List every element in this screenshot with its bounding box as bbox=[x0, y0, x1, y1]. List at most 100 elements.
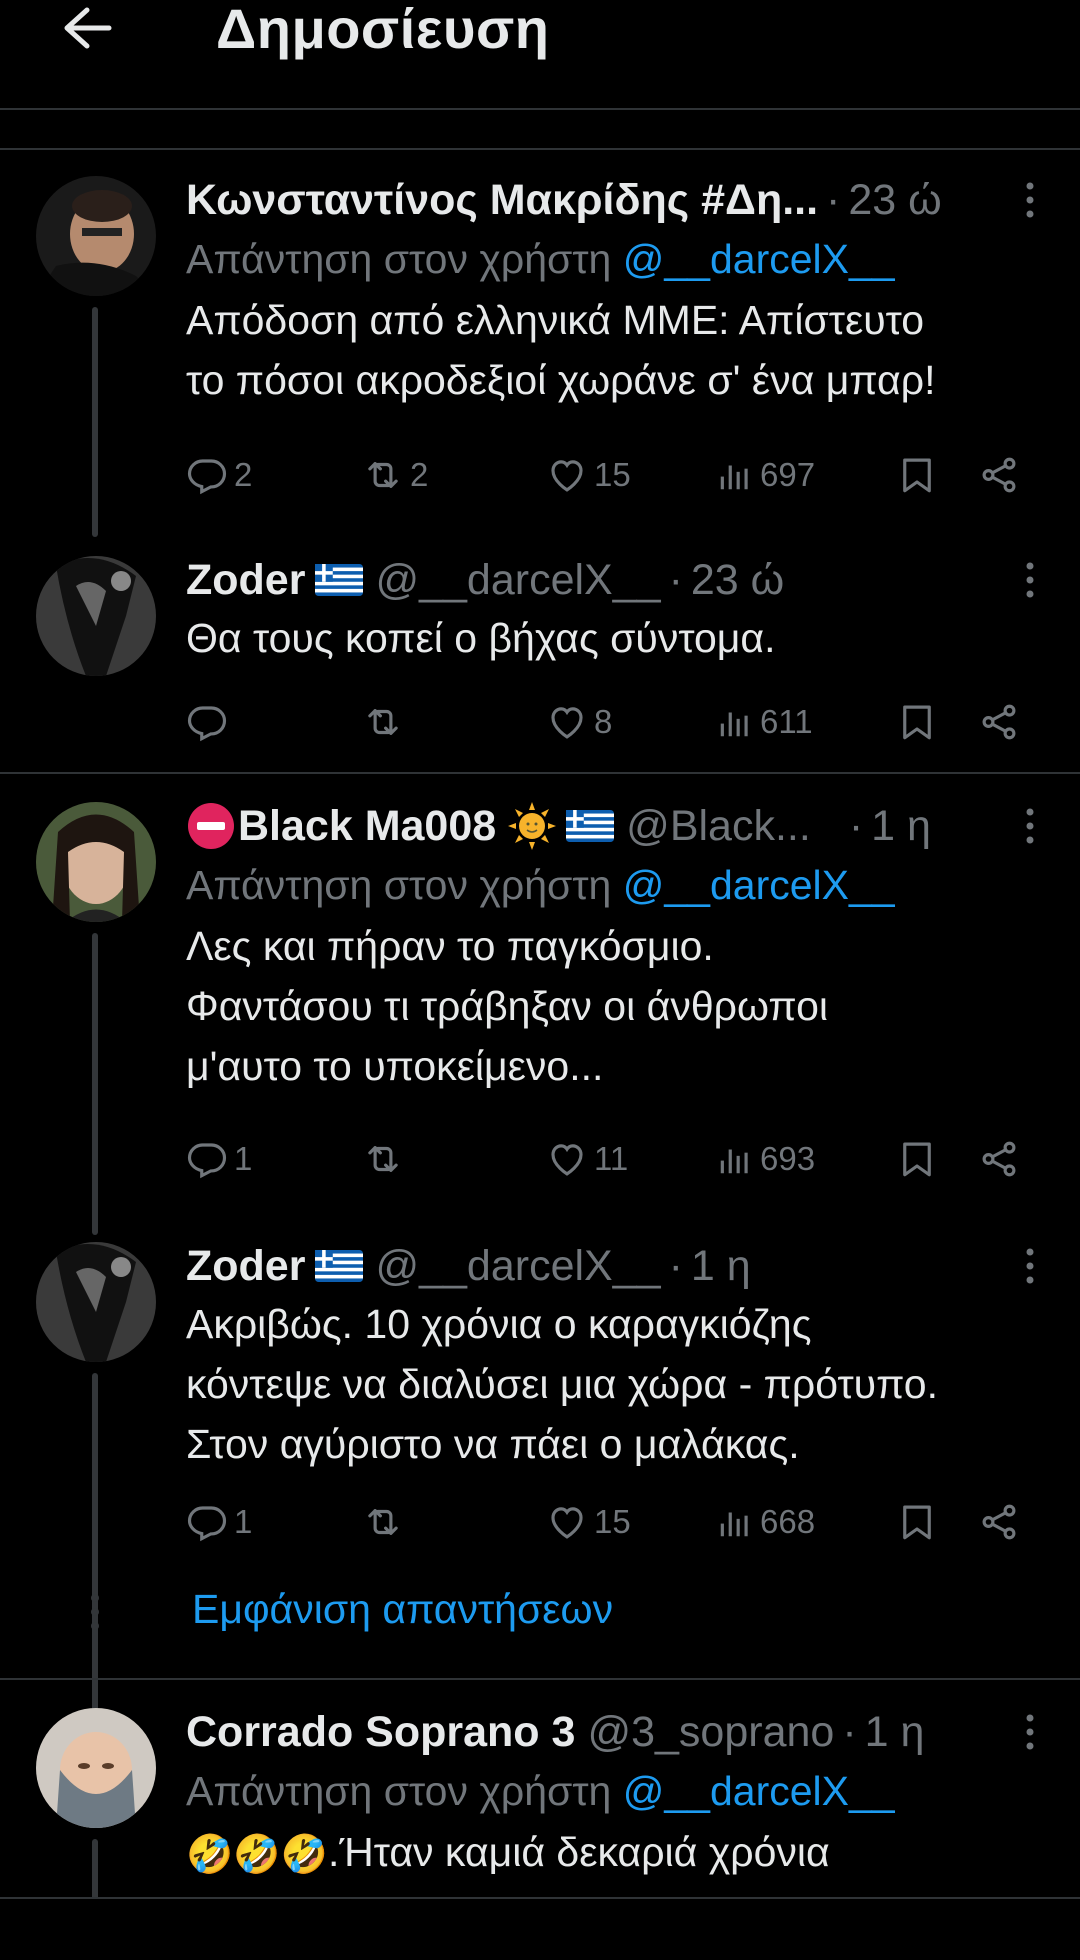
view-count: 693 bbox=[760, 1140, 816, 1177]
user-handle[interactable]: @3_soprano bbox=[587, 1708, 834, 1757]
more-vertical-icon bbox=[1025, 1712, 1035, 1752]
user-handle[interactable]: @__darcelX__ bbox=[375, 1242, 660, 1291]
reply-composer-bar[interactable] bbox=[0, 1897, 1080, 1960]
reply-icon bbox=[186, 1501, 228, 1543]
bookmark-button[interactable] bbox=[896, 1129, 938, 1189]
user-handle[interactable]: @__darcelX__ bbox=[375, 556, 660, 605]
like-icon bbox=[546, 701, 588, 743]
action-bar: 1 11 693 bbox=[186, 1129, 1036, 1189]
display-name[interactable]: Κωνσταντίνος Μακρίδης #Δη... bbox=[186, 176, 818, 225]
views-button[interactable]: 611 bbox=[716, 692, 813, 752]
post-text: Ακριβώς. 10 χρόνια ο καραγκιόζης κόντεψε… bbox=[186, 1301, 938, 1467]
views-button[interactable]: 668 bbox=[716, 1492, 815, 1552]
views-button[interactable]: 697 bbox=[716, 445, 815, 505]
like-count: 8 bbox=[594, 703, 613, 740]
post-text: Απόδοση από ελληνικά ΜΜΕ: Απίστευτο το π… bbox=[186, 297, 936, 403]
timestamp[interactable]: 23 ώ bbox=[848, 176, 941, 225]
show-replies-link[interactable]: Εμφάνιση απαντήσεων bbox=[192, 1586, 613, 1633]
repost-icon bbox=[362, 1501, 404, 1543]
more-options-button[interactable] bbox=[1010, 1238, 1050, 1294]
avatar[interactable] bbox=[36, 176, 156, 296]
post-header: Black Ma008 @Black... · 1 η bbox=[186, 798, 1050, 854]
post-text: Θα τους κοπεί ο βήχας σύντομα. bbox=[186, 615, 776, 661]
share-button[interactable] bbox=[978, 1129, 1020, 1189]
more-vertical-icon bbox=[1025, 1246, 1035, 1286]
thread-line bbox=[92, 933, 98, 1235]
greece-flag-icon bbox=[315, 564, 363, 596]
bookmark-button[interactable] bbox=[896, 692, 938, 752]
views-icon bbox=[716, 703, 754, 741]
share-button[interactable] bbox=[978, 445, 1020, 505]
display-name[interactable]: Corrado Soprano 3 bbox=[186, 1708, 575, 1757]
avatar[interactable] bbox=[36, 556, 156, 676]
post-text: Λες και πήραν το παγκόσμιο. Φαντάσου τι … bbox=[186, 923, 828, 1089]
like-icon bbox=[546, 1138, 588, 1180]
like-button[interactable]: 15 bbox=[546, 1492, 631, 1552]
like-button[interactable]: 11 bbox=[546, 1129, 628, 1189]
bookmark-button[interactable] bbox=[896, 445, 938, 505]
bookmark-button[interactable] bbox=[896, 1492, 938, 1552]
thread-line bbox=[92, 307, 98, 537]
display-name[interactable]: Black Ma008 bbox=[238, 802, 496, 851]
views-icon bbox=[716, 1140, 754, 1178]
reply-count: 1 bbox=[234, 1140, 253, 1177]
reply-handle-link[interactable]: @__darcelX__ bbox=[623, 862, 895, 908]
reply-count: 2 bbox=[234, 456, 253, 493]
bookmark-icon bbox=[896, 701, 938, 743]
avatar[interactable] bbox=[36, 1708, 156, 1828]
reply-button[interactable] bbox=[186, 692, 234, 752]
view-count: 697 bbox=[760, 456, 816, 493]
repost-button[interactable]: 2 bbox=[362, 445, 428, 505]
more-options-button[interactable] bbox=[1010, 1704, 1050, 1760]
top-header: Δημοσίευση bbox=[0, 0, 1080, 110]
back-button[interactable] bbox=[52, 0, 122, 56]
avatar[interactable] bbox=[36, 1242, 156, 1362]
timestamp[interactable]: 1 η bbox=[691, 1242, 751, 1291]
bookmark-icon bbox=[896, 1501, 938, 1543]
post-header: Corrado Soprano 3 @3_soprano · 1 η bbox=[186, 1704, 1050, 1760]
share-icon bbox=[978, 1138, 1020, 1180]
reply-handle-link[interactable]: @__darcelX__ bbox=[623, 236, 895, 282]
separator-dot: · bbox=[826, 175, 841, 224]
bookmark-icon bbox=[896, 454, 938, 496]
display-name[interactable]: Zoder bbox=[186, 1242, 305, 1291]
reply-icon bbox=[186, 454, 228, 496]
action-bar: 2 2 15 697 bbox=[186, 445, 1036, 505]
timestamp[interactable]: 23 ώ bbox=[691, 556, 784, 605]
like-button[interactable]: 15 bbox=[546, 445, 631, 505]
reply-button[interactable]: 1 bbox=[186, 1129, 252, 1189]
timestamp[interactable]: 1 η bbox=[871, 802, 931, 851]
share-icon bbox=[978, 701, 1020, 743]
reply-icon bbox=[186, 1138, 228, 1180]
more-options-button[interactable] bbox=[1010, 172, 1050, 228]
more-options-button[interactable] bbox=[1010, 798, 1050, 854]
page-title: Δημοσίευση bbox=[216, 0, 550, 60]
share-button[interactable] bbox=[978, 692, 1020, 752]
separator-dot: · bbox=[842, 1707, 857, 1756]
repost-button[interactable] bbox=[362, 1492, 410, 1552]
like-button[interactable]: 8 bbox=[546, 692, 612, 752]
greece-flag-icon bbox=[315, 1250, 363, 1282]
repost-button[interactable] bbox=[362, 1129, 410, 1189]
action-bar: 8 611 bbox=[186, 692, 1036, 752]
sun-icon bbox=[508, 802, 557, 850]
reply-handle-link[interactable]: @__darcelX__ bbox=[623, 1768, 895, 1814]
share-button[interactable] bbox=[978, 1492, 1020, 1552]
no-entry-icon bbox=[188, 803, 234, 849]
reply-button[interactable]: 1 bbox=[186, 1492, 252, 1552]
repost-count: 2 bbox=[410, 456, 429, 493]
laughing-emoji: 🤣🤣🤣 bbox=[186, 1834, 328, 1877]
display-name[interactable]: Zoder bbox=[186, 556, 305, 605]
reply-button[interactable]: 2 bbox=[186, 445, 252, 505]
repost-button[interactable] bbox=[362, 692, 410, 752]
like-count: 11 bbox=[594, 1140, 629, 1177]
divider bbox=[0, 772, 1080, 774]
like-count: 15 bbox=[594, 456, 631, 493]
timestamp[interactable]: 1 η bbox=[865, 1708, 925, 1757]
avatar[interactable] bbox=[36, 802, 156, 922]
views-button[interactable]: 693 bbox=[716, 1129, 815, 1189]
more-options-button[interactable] bbox=[1010, 552, 1050, 608]
reply-icon bbox=[186, 701, 228, 743]
thread-continuation-dots bbox=[88, 1588, 102, 1636]
user-handle[interactable]: @Black... bbox=[626, 802, 811, 851]
